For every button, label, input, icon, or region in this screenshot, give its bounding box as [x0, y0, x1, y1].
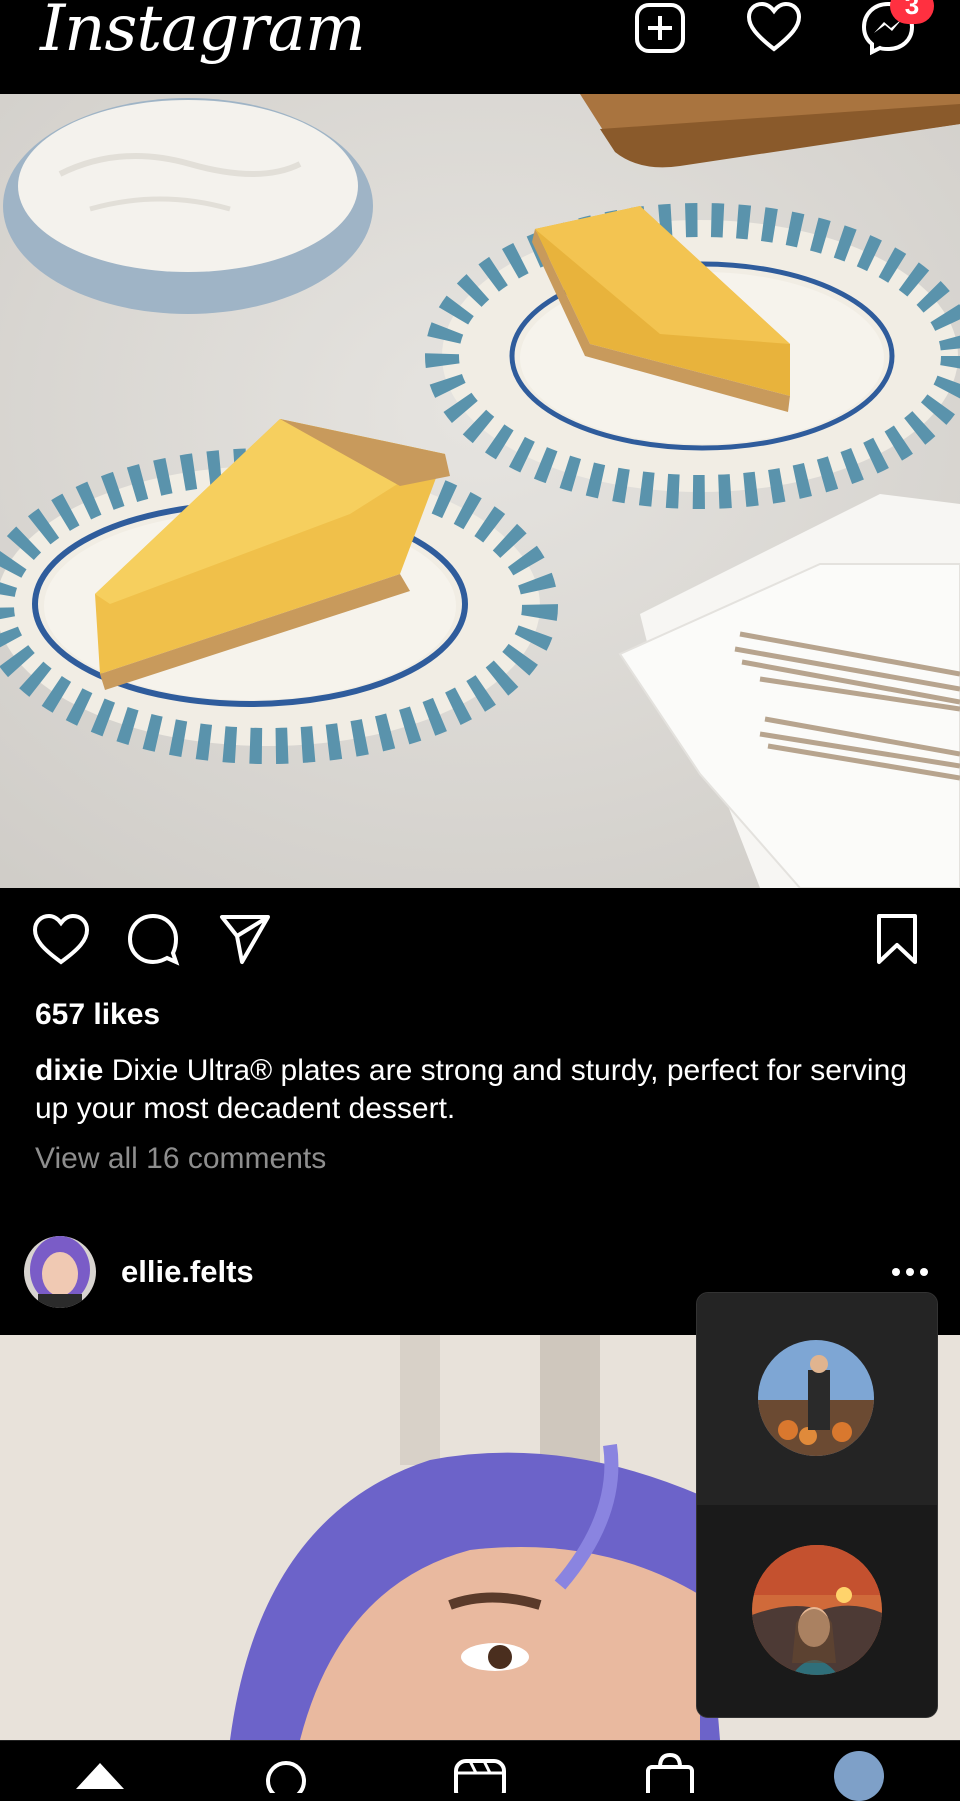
heart-icon[interactable] — [746, 0, 802, 56]
avatar-image — [24, 1236, 96, 1308]
share-icon[interactable] — [218, 912, 272, 966]
avatar[interactable] — [24, 1236, 96, 1308]
post-image-pie-plates[interactable] — [0, 94, 960, 888]
bottom-navigation — [0, 1740, 960, 1801]
participant-avatar[interactable] — [758, 1340, 874, 1456]
home-icon[interactable] — [72, 1751, 128, 1793]
video-call-overlay[interactable] — [696, 1292, 938, 1718]
post-username[interactable]: ellie.felts — [121, 1254, 254, 1290]
profile-icon[interactable] — [834, 1751, 884, 1801]
participant-2-image — [752, 1545, 882, 1675]
post-caption: dixie Dixie Ultra® plates are strong and… — [35, 1052, 935, 1128]
save-icon[interactable] — [874, 912, 920, 966]
more-options-icon[interactable] — [888, 1260, 932, 1284]
caption-text: Dixie Ultra® plates are strong and sturd… — [35, 1054, 907, 1125]
participant-1-image — [758, 1340, 874, 1456]
view-comments-link[interactable]: View all 16 comments — [35, 1142, 326, 1176]
shop-icon[interactable] — [642, 1751, 698, 1793]
reels-icon[interactable] — [452, 1751, 508, 1793]
call-tile-1 — [697, 1293, 937, 1505]
like-icon[interactable] — [32, 912, 90, 966]
new-post-icon[interactable] — [632, 0, 688, 56]
messages-badge: 3 — [890, 0, 934, 24]
instagram-logo: Instagram — [40, 0, 366, 66]
participant-avatar[interactable] — [752, 1545, 882, 1675]
call-tile-2 — [697, 1505, 937, 1717]
comment-icon[interactable] — [126, 912, 180, 966]
likes-count[interactable]: 657 likes — [35, 998, 160, 1032]
top-bar: Instagram 3 — [0, 0, 960, 94]
caption-username[interactable]: dixie — [35, 1054, 103, 1087]
search-icon[interactable] — [260, 1751, 316, 1793]
pie-photo — [0, 94, 960, 888]
